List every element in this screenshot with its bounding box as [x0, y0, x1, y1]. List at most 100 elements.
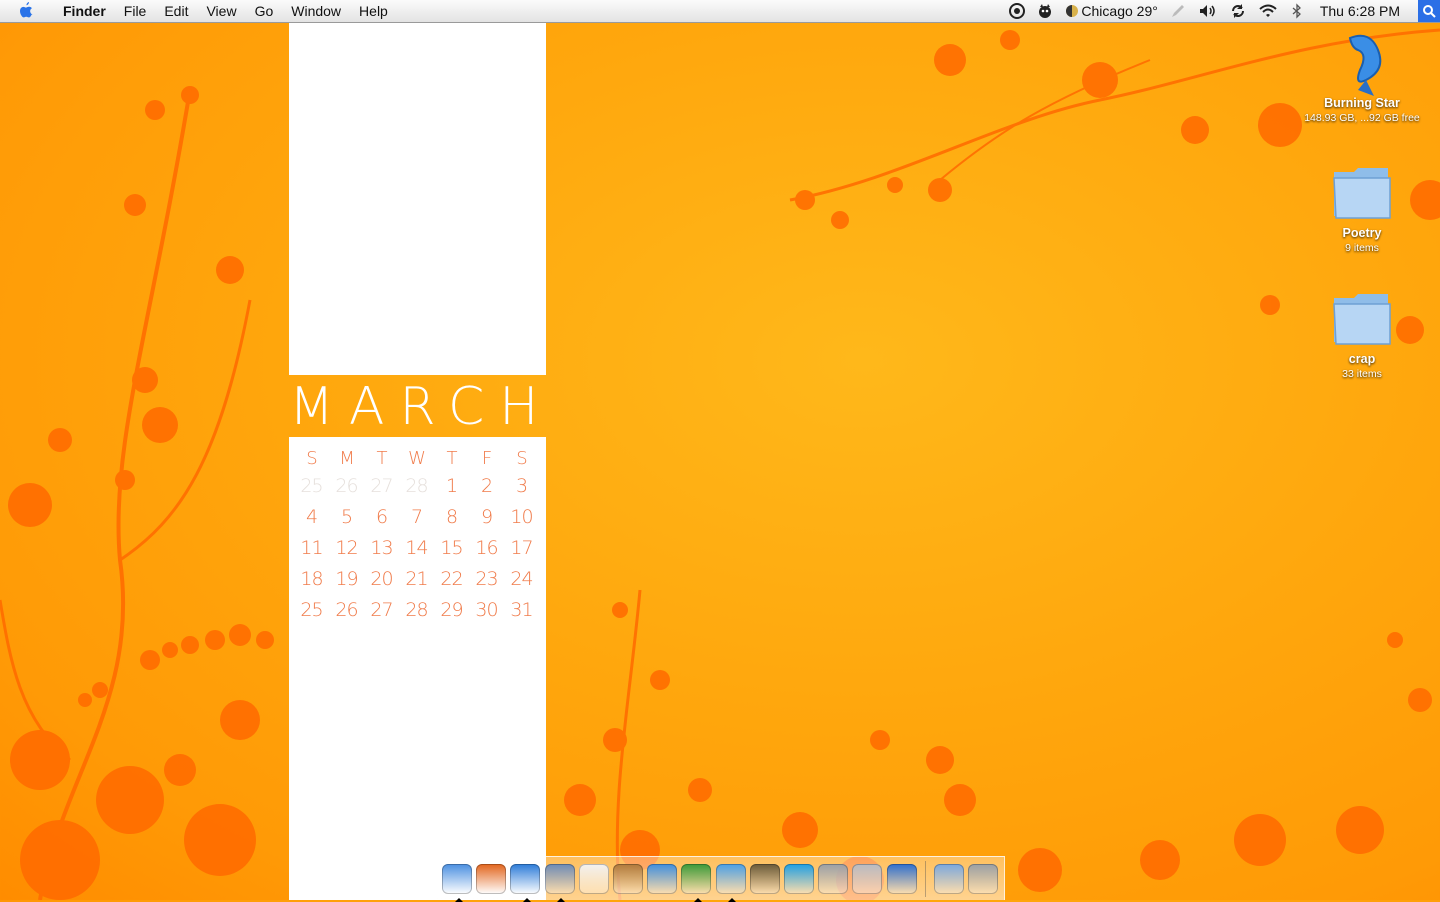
growl-icon[interactable]: [1031, 3, 1059, 19]
menu-app-finder[interactable]: Finder: [54, 0, 115, 22]
itunes-icon: [715, 863, 746, 894]
menu-go[interactable]: Go: [246, 0, 283, 22]
desktop-icon-crap[interactable]: crap 33 items: [1292, 286, 1432, 380]
menu-window[interactable]: Window: [282, 0, 350, 22]
desktop-icon-info: 33 items: [1342, 368, 1382, 380]
calendar-day: 21: [405, 568, 428, 590]
calendar-day: 30: [475, 599, 498, 621]
quicksilver-icon[interactable]: [1003, 3, 1031, 19]
wifi-icon[interactable]: [1252, 3, 1284, 19]
calendar-day: 20: [370, 568, 393, 590]
dock-item-skype[interactable]: [783, 861, 816, 897]
applications-folder-icon: [933, 863, 964, 894]
dock-item-safari[interactable]: [509, 861, 542, 902]
calendar-day: 13: [370, 537, 393, 559]
desktop-wallpaper: [0, 28, 1440, 900]
dock-item-system-preferences[interactable]: [851, 861, 884, 897]
dock-item-address-book[interactable]: [612, 861, 645, 897]
calendar-day: 7: [410, 506, 423, 528]
weather-icon: [1066, 5, 1079, 17]
calendar-day: 26: [335, 475, 358, 497]
address-book-icon: [613, 863, 644, 894]
desktop-icon-info: 9 items: [1345, 242, 1379, 254]
bluetooth-icon[interactable]: [1284, 3, 1310, 19]
calendar-day: 11: [300, 537, 323, 559]
calendar-day: 26: [335, 599, 358, 621]
desktop-icon-label: Burning Star: [1324, 96, 1400, 110]
calendar-day: 12: [335, 537, 358, 559]
menu-bar: Finder File Edit View Go Window Help Chi…: [0, 0, 1440, 23]
calendar-day: 27: [370, 599, 393, 621]
word-icon: [886, 863, 917, 894]
calendar-day: 19: [335, 568, 358, 590]
calendar-weekday: T: [446, 448, 458, 469]
system-preferences-icon: [852, 863, 883, 894]
calendar-day: 17: [510, 537, 533, 559]
menu-help[interactable]: Help: [350, 0, 397, 22]
calendar-day: 10: [510, 506, 533, 528]
dock-item-package[interactable]: [817, 861, 850, 897]
hard-drive-icon: [1330, 30, 1394, 96]
calendar-day: 16: [475, 537, 498, 559]
dock-item-ical[interactable]: [577, 861, 610, 897]
calendar-weekday: W: [408, 448, 426, 469]
calendar-day: 28: [405, 599, 428, 621]
calendar-day: 1: [445, 475, 458, 497]
folder-icon: [1330, 286, 1394, 350]
weather-item[interactable]: Chicago 29°: [1059, 3, 1163, 19]
desktop-icon-label: Poetry: [1342, 226, 1382, 240]
spotlight-icon[interactable]: [1418, 0, 1440, 22]
calendar-day: 25: [300, 475, 323, 497]
desktop-icon-poetry[interactable]: Poetry 9 items: [1292, 160, 1432, 254]
calendar-day: 31: [510, 599, 533, 621]
ical-icon: [578, 863, 609, 894]
dock-separator: [924, 860, 926, 897]
calendar-weekday: F: [481, 448, 492, 469]
dock-item-itunes[interactable]: [714, 861, 747, 902]
dock-item-iphoto[interactable]: [748, 861, 781, 897]
calendar-top-panel: [289, 22, 546, 375]
calendar-day: 27: [370, 475, 393, 497]
calendar-day: 18: [300, 568, 323, 590]
desktop-icon-burning-star[interactable]: Burning Star 148.93 GB, ...92 GB free: [1292, 30, 1432, 124]
volume-icon[interactable]: [1192, 3, 1224, 19]
dock-item-adium[interactable]: [680, 861, 713, 902]
clock[interactable]: Thu 6:28 PM: [1310, 3, 1410, 19]
dock-item-burning-tree[interactable]: [475, 861, 508, 897]
dock-item-ichat[interactable]: [646, 861, 679, 897]
dock: [435, 856, 1005, 902]
calendar-day: 28: [405, 475, 428, 497]
dock-item-finder[interactable]: [441, 861, 474, 902]
dock-item-applications-folder[interactable]: [932, 861, 965, 897]
calendar-day: 8: [445, 506, 458, 528]
sync-icon[interactable]: [1224, 3, 1252, 19]
calendar-day: 9: [480, 506, 493, 528]
ichat-icon: [647, 863, 678, 894]
calendar-month-title: MARCH: [289, 378, 546, 436]
calendar-day: 3: [515, 475, 528, 497]
dock-item-trash[interactable]: [967, 861, 1000, 897]
calendar-day: 14: [405, 537, 428, 559]
menu-view[interactable]: View: [197, 0, 245, 22]
folder-icon: [1330, 160, 1394, 224]
menu-edit[interactable]: Edit: [155, 0, 197, 22]
adium-icon: [681, 863, 712, 894]
calendar-grid: S M T W T F S 25 26 27 28 1 2 3 4 5 6 7 8 9 10 11 12 13 14 15 16 17…: [294, 446, 540, 628]
calendar-day: 24: [510, 568, 533, 590]
dock-item-word[interactable]: [885, 861, 918, 897]
pen-icon[interactable]: [1164, 3, 1192, 19]
finder-icon: [442, 863, 473, 894]
calendar-weekday: S: [516, 448, 527, 469]
calendar-day: 2: [480, 475, 493, 497]
dock-item-preview[interactable]: [543, 861, 576, 902]
iphoto-icon: [749, 863, 780, 894]
safari-icon: [510, 863, 541, 894]
apple-icon[interactable]: [18, 2, 38, 20]
calendar-weekday: M: [339, 448, 355, 469]
menu-extras: Chicago 29° Thu 6:28 PM: [1003, 0, 1440, 22]
menu-file[interactable]: File: [115, 0, 156, 22]
calendar-weekday: T: [376, 448, 388, 469]
preview-icon: [544, 863, 575, 894]
calendar-day: 25: [300, 599, 323, 621]
calendar-day: 6: [375, 506, 388, 528]
